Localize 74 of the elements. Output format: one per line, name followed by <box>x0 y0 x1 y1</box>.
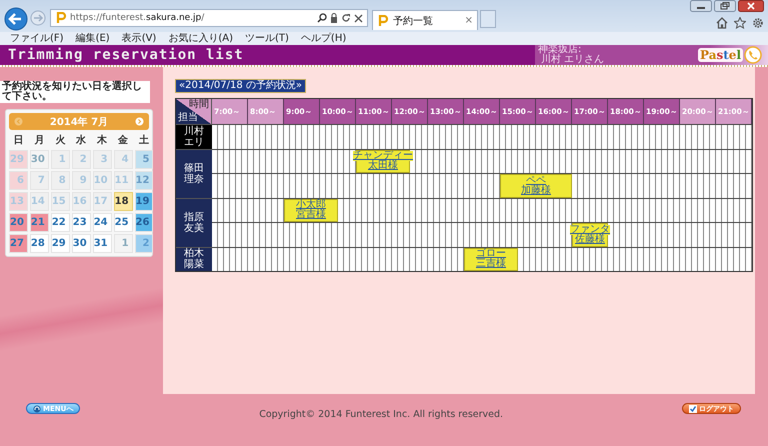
settings-icon[interactable] <box>752 17 764 29</box>
reservation-block[interactable]: ゴロー 三吉様 <box>464 248 518 271</box>
reservation-block[interactable]: 小太郎 宮吉様 <box>284 198 338 222</box>
calendar-day[interactable]: 24 <box>92 213 112 232</box>
restore-button[interactable] <box>714 0 736 12</box>
calendar-day[interactable]: 28 <box>30 234 49 253</box>
staff-name: 柏木陽菜 <box>176 246 212 271</box>
corner-label: 担当 <box>178 113 199 123</box>
menu-item[interactable]: ツール(T) <box>245 32 289 44</box>
date-heading: «2014/07/18 の予約状況» <box>175 79 306 93</box>
calendar-day[interactable]: 29 <box>50 234 70 253</box>
refresh-icon[interactable] <box>341 13 351 23</box>
weekday-label: 土 <box>138 134 150 148</box>
phone-icon <box>744 46 762 64</box>
checkmark-icon <box>688 404 697 412</box>
calendar-day[interactable]: 31 <box>92 234 112 253</box>
reservation-link[interactable]: 宮吉様 <box>296 210 326 220</box>
site-favicon <box>55 12 67 24</box>
reservation-link[interactable]: ゴロー <box>476 249 506 260</box>
tab-title: 予約一覧 <box>393 14 434 28</box>
calendar-day[interactable]: 30 <box>72 234 91 253</box>
reservation-link[interactable]: 太田様 <box>368 161 398 172</box>
weekday-label: 金 <box>117 134 130 148</box>
reservation-link[interactable]: 加藤様 <box>521 186 551 196</box>
calendar-day[interactable]: 22 <box>50 213 70 232</box>
reservation-block[interactable]: ペペ 加藤様 <box>500 174 572 198</box>
calendar-day[interactable]: 19 <box>134 192 154 211</box>
menu-item[interactable]: お気に入り(A) <box>168 32 233 44</box>
star-icon[interactable] <box>734 17 746 29</box>
menu-item[interactable]: 表示(V) <box>122 32 156 44</box>
calendar-day[interactable]: 18 <box>114 192 133 211</box>
home-icon[interactable] <box>716 17 728 29</box>
browser-tab[interactable]: 予約一覧 × <box>372 10 478 30</box>
reservation-link[interactable]: チャンディー <box>353 151 413 162</box>
menu-item[interactable]: 編集(E) <box>76 32 110 44</box>
weekday-label: 日 <box>12 134 24 148</box>
search-icon[interactable] <box>317 13 327 23</box>
close-button[interactable] <box>738 0 764 12</box>
reservation-link[interactable]: ファンタ <box>570 224 610 235</box>
weekday-label: 木 <box>96 134 108 148</box>
tab-close-button[interactable]: × <box>464 15 473 26</box>
page-title: Trimming reservation list <box>7 46 244 65</box>
reservation-block[interactable]: ファンタ 佐藤様 <box>572 223 608 246</box>
copyright-text: Copyright© 2014 Funterest Inc. All rights reserved. <box>259 408 504 420</box>
calendar-day[interactable]: 23 <box>72 213 91 232</box>
calendar-day[interactable]: 25 <box>114 213 133 232</box>
address-bar[interactable]: https://funterest.sakura.ne.jp/ <box>50 9 368 27</box>
weekday-label: 月 <box>33 134 46 148</box>
instruction-text: 予約状況を知りたい日を選択して下さい。 <box>0 81 150 103</box>
weekday-label: 水 <box>74 134 88 148</box>
url-text: https://funterest.sakura.ne.jp/ <box>70 13 206 23</box>
user-name: 川村 エリさん <box>540 55 604 65</box>
staff-name: 指原友美 <box>176 198 212 246</box>
reservation-link[interactable]: 小太郎 <box>296 200 326 210</box>
store-name: 神楽坂店: <box>538 45 582 55</box>
close-icon[interactable] <box>354 14 363 22</box>
reservation-block[interactable]: チャンディー 太田様 <box>356 150 410 173</box>
site-favicon <box>377 14 389 26</box>
corner-label: 時間 <box>189 100 209 110</box>
reservation-link[interactable]: 佐藤様 <box>575 234 605 245</box>
month-title: 2014年 7月 <box>50 116 108 128</box>
lock-icon <box>330 13 338 23</box>
menu-item[interactable]: ファイル(F) <box>10 32 64 44</box>
staff-name: 篠田理奈 <box>176 148 212 198</box>
back-button[interactable] <box>4 7 28 31</box>
menu-item[interactable]: ヘルプ(H) <box>300 32 346 44</box>
reservation-link[interactable]: 三吉様 <box>476 259 506 270</box>
staff-name: 川村エリ <box>176 124 212 148</box>
reservation-link[interactable]: ペペ <box>526 176 546 186</box>
logo-text: Pastel <box>698 48 743 62</box>
calendar-day[interactable]: 26 <box>134 213 154 232</box>
minimize-button[interactable] <box>690 0 712 12</box>
weekday-label: 火 <box>54 134 66 148</box>
headset-icon <box>33 404 41 412</box>
